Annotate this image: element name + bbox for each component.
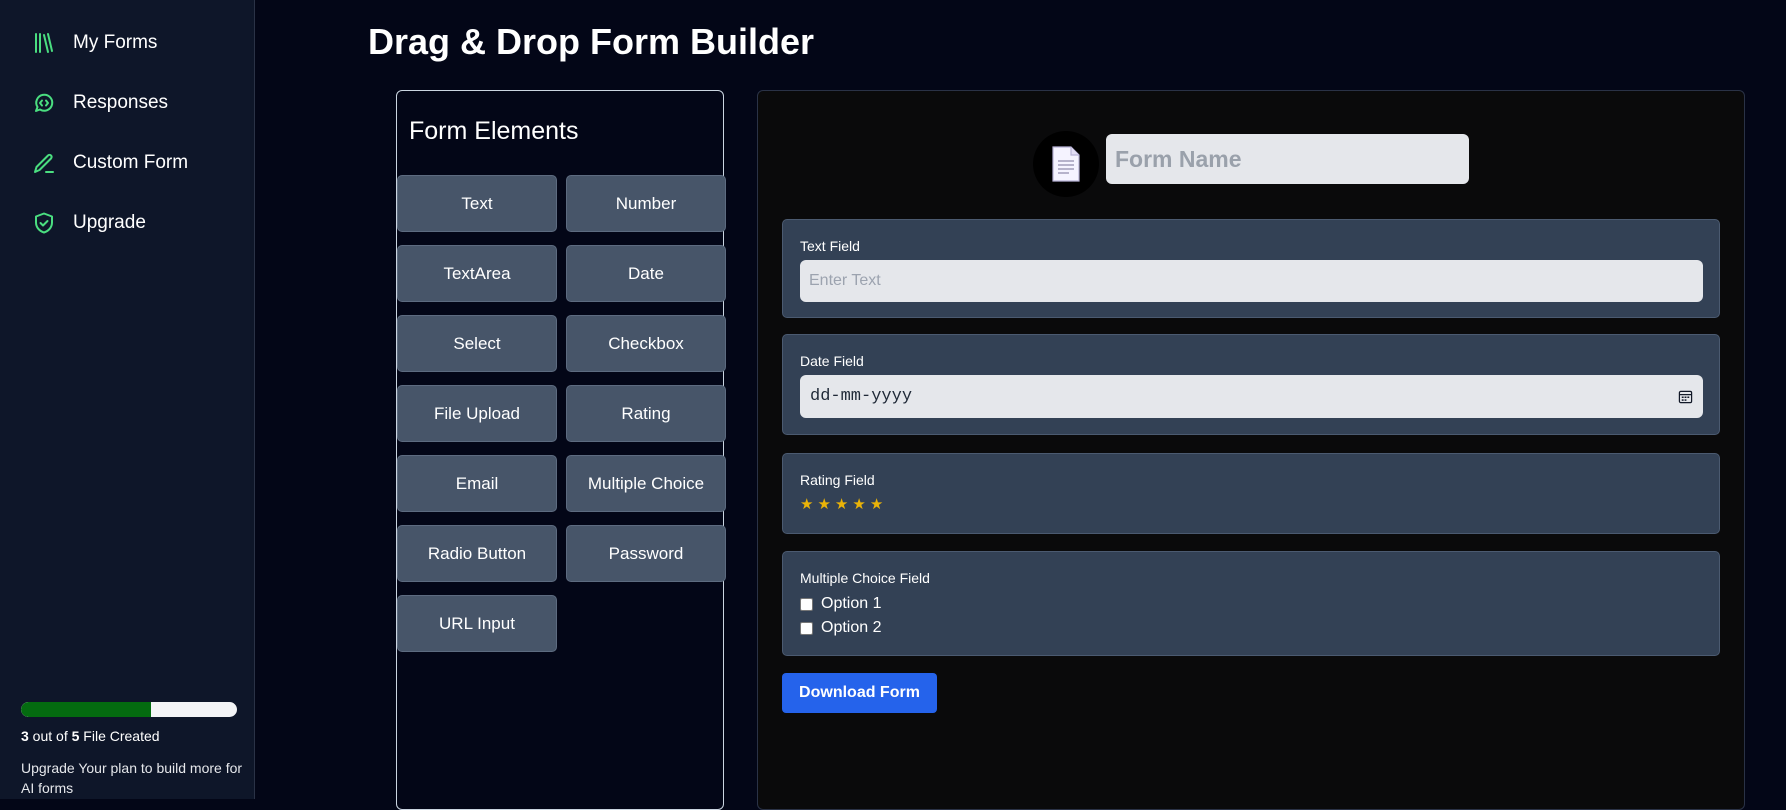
multiple-choice-field-card[interactable]: Multiple Choice Field Option 1 Option 2 [782, 551, 1720, 656]
download-form-button[interactable]: Download Form [782, 673, 937, 713]
element-password-button[interactable]: Password [566, 525, 726, 582]
element-number-button[interactable]: Number [566, 175, 726, 232]
checkbox[interactable] [800, 597, 813, 611]
sidebar-item-upgrade[interactable]: Upgrade [32, 211, 146, 235]
multiple-choice-field-label: Multiple Choice Field [800, 570, 930, 586]
library-icon [32, 31, 56, 55]
text-field-card[interactable]: Text Field [782, 219, 1720, 318]
date-field-value: dd-mm-yyyy [810, 387, 913, 406]
page-title: Drag & Drop Form Builder [368, 21, 815, 62]
sidebar-item-label: My Forms [73, 32, 158, 53]
element-text-button[interactable]: Text [397, 175, 557, 232]
files-created-middle: out of [28, 728, 72, 744]
date-field-card[interactable]: Date Field dd-mm-yyyy [782, 334, 1720, 435]
calendar-icon[interactable] [1678, 389, 1693, 404]
file-progress-bar [21, 702, 237, 717]
choice-option-1[interactable]: Option 1 [800, 595, 881, 613]
file-progress-fill [21, 702, 151, 717]
sidebar-item-label: Custom Form [73, 152, 189, 173]
shield-check-icon [32, 211, 56, 235]
form-elements-title: Form Elements [409, 117, 579, 145]
text-field-input[interactable] [800, 260, 1703, 302]
element-select-button[interactable]: Select [397, 315, 557, 372]
element-checkbox-button[interactable]: Checkbox [566, 315, 726, 372]
rating-stars[interactable]: ★ ★ ★ ★ ★ [800, 497, 883, 513]
message-code-icon [32, 91, 56, 115]
choice-option-label: Option 2 [821, 619, 882, 636]
rating-field-label: Rating Field [800, 472, 875, 488]
checkbox[interactable] [800, 621, 813, 635]
files-created-text: 3 out of 5 File Created [21, 728, 160, 744]
star-icon[interactable]: ★ [870, 497, 883, 513]
upgrade-note: Upgrade Your plan to build more for AI f… [21, 760, 243, 796]
files-created-count: 3 [21, 728, 29, 744]
date-field-label: Date Field [800, 353, 864, 369]
sidebar: My Forms Responses Custom Form Upgrade 3… [0, 0, 255, 799]
form-icon-badge [1033, 131, 1099, 197]
element-radio-button-button[interactable]: Radio Button [397, 525, 557, 582]
form-canvas: Text Field Date Field dd-mm-yyyy Rating … [757, 90, 1745, 810]
form-name-input[interactable] [1106, 134, 1469, 184]
star-icon[interactable]: ★ [817, 497, 830, 513]
sidebar-item-my-forms[interactable]: My Forms [32, 31, 157, 55]
element-multiple-choice-button[interactable]: Multiple Choice [566, 455, 726, 512]
element-file-upload-button[interactable]: File Upload [397, 385, 557, 442]
star-icon[interactable]: ★ [852, 497, 865, 513]
date-field-input[interactable]: dd-mm-yyyy [800, 375, 1703, 418]
star-icon[interactable]: ★ [835, 497, 848, 513]
sidebar-item-responses[interactable]: Responses [32, 91, 168, 115]
choice-option-2[interactable]: Option 2 [800, 619, 881, 637]
text-field-label: Text Field [800, 238, 860, 254]
document-icon [1052, 146, 1080, 182]
element-url-input-button[interactable]: URL Input [397, 595, 557, 652]
element-textarea-button[interactable]: TextArea [397, 245, 557, 302]
sidebar-item-label: Responses [73, 92, 169, 113]
choice-option-label: Option 1 [821, 595, 882, 612]
form-elements-panel: Form Elements Text Number TextArea Date … [396, 90, 726, 810]
sidebar-item-label: Upgrade [73, 212, 146, 233]
sidebar-item-custom-form[interactable]: Custom Form [32, 151, 188, 175]
files-created-suffix: File Created [79, 728, 160, 744]
pencil-icon [32, 151, 56, 175]
element-date-button[interactable]: Date [566, 245, 726, 302]
element-rating-button[interactable]: Rating [566, 385, 726, 442]
star-icon[interactable]: ★ [800, 497, 813, 513]
element-email-button[interactable]: Email [397, 455, 557, 512]
rating-field-card[interactable]: Rating Field ★ ★ ★ ★ ★ [782, 453, 1720, 534]
